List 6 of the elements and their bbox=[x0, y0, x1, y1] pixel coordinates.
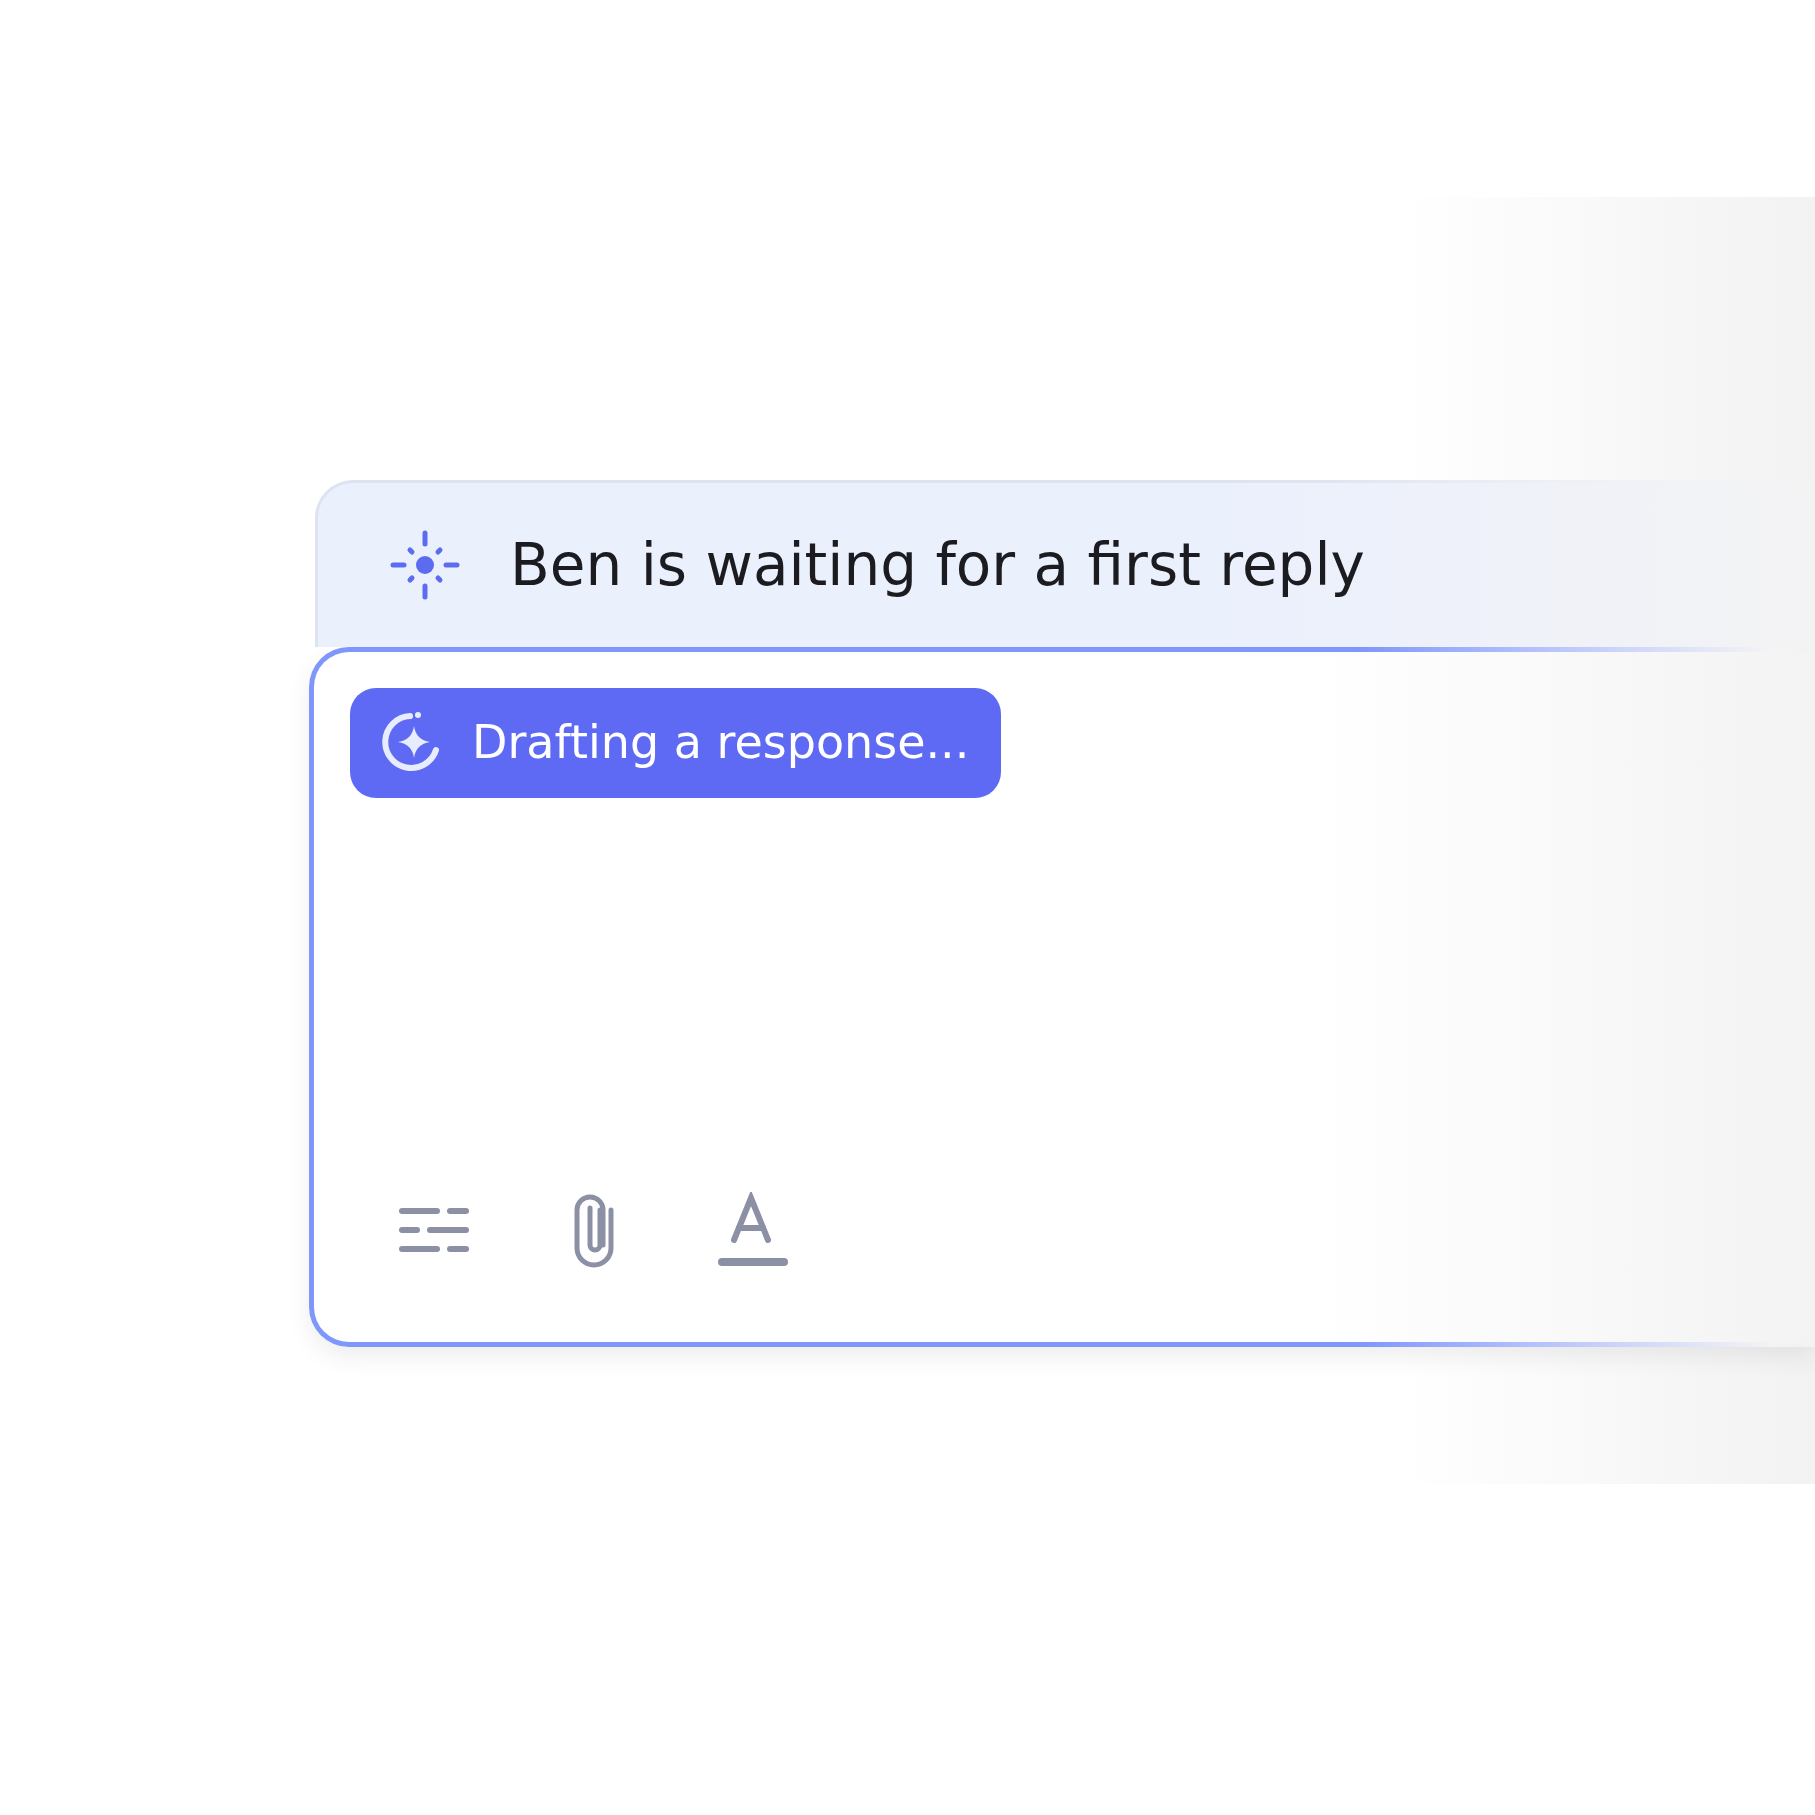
drafting-status: Drafting a response... bbox=[350, 688, 1002, 798]
reply-composer[interactable]: Drafting a response... bbox=[309, 647, 1815, 1347]
sparkle-icon bbox=[390, 530, 460, 600]
text-format-icon[interactable] bbox=[718, 1192, 788, 1268]
waiting-message: Ben is waiting for a first reply bbox=[510, 530, 1365, 600]
options-icon[interactable] bbox=[398, 1205, 470, 1255]
